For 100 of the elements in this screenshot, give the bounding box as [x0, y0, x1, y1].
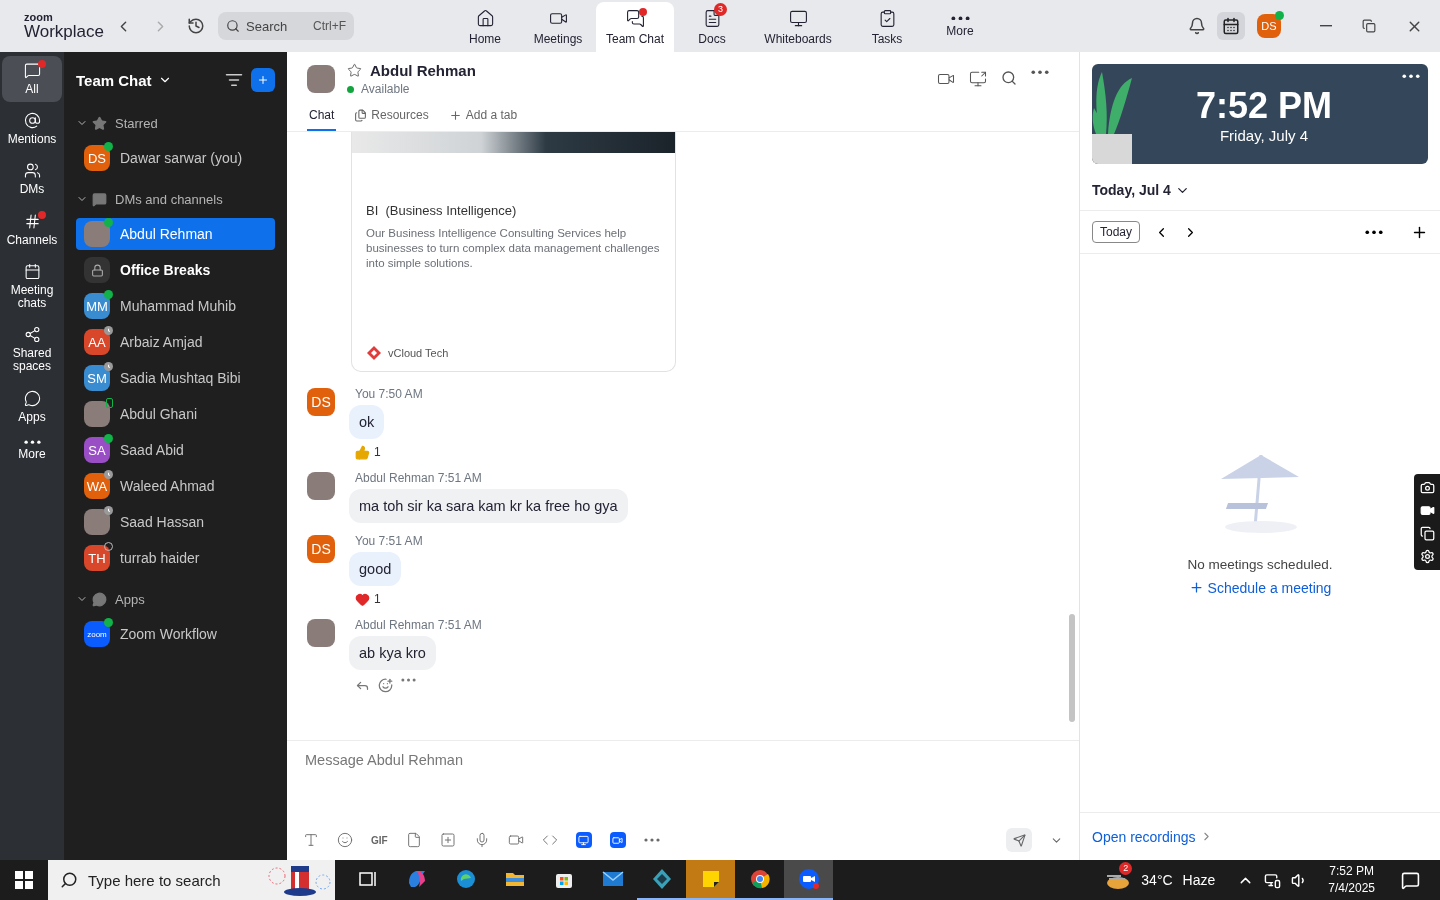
nav-tab[interactable]: Docs 3 [674, 2, 751, 52]
rail-tab[interactable]: Apps [2, 383, 62, 430]
calendar-button[interactable] [1217, 12, 1245, 40]
date-picker-button[interactable]: Today, Jul 4 [1080, 164, 1440, 211]
chat-tab[interactable]: Chat [307, 104, 337, 131]
rail-tab[interactable]: Shared spaces [2, 320, 62, 380]
avatar: SA [84, 437, 110, 463]
chat-list-item[interactable]: Abdul Rehman [76, 218, 275, 250]
rail-tab[interactable]: Mentions [2, 106, 62, 153]
message-meta: You 7:51 AM [355, 533, 423, 548]
copy-icon[interactable] [1419, 526, 1435, 541]
message-bubble: ma toh sir ka sara kam kr ka free ho gya [349, 488, 628, 523]
link-description: Our Business Intelligence Consulting Services help businesses to turn complex data management challenges into simple solutions. [366, 226, 661, 271]
ellipsis-icon [950, 15, 970, 21]
nav-tab[interactable]: Tasks [846, 2, 929, 52]
weather-condition: Haze [1182, 872, 1216, 888]
chat-bubble-icon [92, 191, 107, 207]
avatar[interactable]: DS [1257, 14, 1281, 38]
chat-list-item[interactable]: DS Dawar sarwar (you) [76, 142, 275, 174]
rail-tab[interactable]: Channels [2, 206, 62, 253]
calendar-icon [1222, 17, 1240, 35]
screenshot-icon[interactable] [439, 832, 456, 848]
section-header[interactable]: DMs and channels [76, 182, 275, 216]
star-icon[interactable] [347, 63, 362, 78]
file-icon[interactable] [405, 832, 422, 848]
ellipsis-icon[interactable] [1031, 70, 1049, 75]
chat-list-item[interactable]: MM Muhammad Muhib [76, 290, 275, 322]
thumbs-up-icon [355, 444, 370, 460]
camera-icon[interactable] [1419, 480, 1435, 495]
nav-tab[interactable]: Whiteboards [750, 2, 847, 52]
video-camera-icon[interactable] [1419, 503, 1435, 518]
send-button[interactable] [1006, 828, 1032, 852]
avatar [84, 509, 110, 535]
taskbar-app-button[interactable] [784, 860, 833, 900]
nav-tab[interactable]: Team Chat [596, 2, 675, 52]
history-clock-icon [187, 17, 205, 35]
reaction-chip[interactable]: 1 [355, 444, 381, 460]
chat-list-item[interactable]: Saad Hassan [76, 506, 275, 538]
link-preview-card[interactable]: BI (Business Intelligence) Our Business Intelligence Consulting Services help businesses to turn complex data management challenges into simple solutions. vCloud Tech [351, 132, 676, 372]
nodes-icon [23, 326, 41, 344]
add-reaction-icon[interactable] [378, 677, 393, 693]
message-bubble: ok [349, 404, 385, 439]
rail-tab[interactable]: Meeting chats [2, 256, 62, 317]
avatar: AA [84, 329, 110, 355]
people-icon [23, 162, 41, 180]
at-sign-icon [23, 112, 41, 130]
taskbar-search-field[interactable]: Type here to search [48, 860, 335, 900]
chat-list-item[interactable]: Abdul Ghani [76, 398, 275, 430]
chat-tab[interactable]: Resources [352, 104, 431, 131]
chat-bubble-icon [23, 62, 41, 79]
avatar [84, 221, 110, 247]
chat-list-item[interactable]: WA Waleed Ahmad [76, 470, 275, 502]
message-meta: Abdul Rehman 7:51 AM [355, 617, 482, 632]
rail-tab[interactable]: All [2, 56, 62, 103]
count-badge: 2 [1119, 861, 1133, 875]
chat-list-item[interactable]: SA Saad Abid [76, 434, 275, 466]
count-badge: 3 [714, 3, 728, 16]
app-square-icon[interactable] [575, 832, 592, 848]
chat-list-item[interactable]: Office Breaks [76, 254, 275, 286]
reaction-chip[interactable]: 1 [355, 591, 381, 607]
plus-icon [1188, 580, 1204, 595]
settings-icon[interactable] [1419, 549, 1435, 564]
avatar: DS [84, 145, 110, 171]
nav-tab[interactable]: More [928, 2, 993, 52]
notification-icon[interactable] [1401, 870, 1420, 890]
open-recordings-link[interactable]: Open recordings [1092, 828, 1213, 845]
share-screen-icon[interactable] [969, 70, 987, 88]
rail-tab[interactable]: DMs [2, 156, 62, 203]
nav-tab[interactable]: Meetings [520, 2, 596, 52]
chat-bubble-icon [23, 389, 41, 407]
emoji-icon[interactable] [337, 832, 353, 848]
today-button[interactable]: Today [1092, 221, 1141, 243]
star-icon [92, 115, 107, 131]
search-icon[interactable] [1001, 70, 1017, 86]
new-chat-button[interactable] [251, 68, 275, 92]
clock-time: 7:52 PM [1195, 84, 1333, 127]
message-bubble: ab kya kro [349, 635, 436, 670]
filter-icon[interactable] [225, 71, 243, 89]
rail-tab[interactable]: More [2, 433, 62, 468]
ellipsis-icon[interactable] [1402, 74, 1420, 79]
chat-list-item[interactable]: zoom Zoom Workflow [76, 618, 275, 650]
section-header[interactable]: Apps [76, 582, 275, 616]
chat-list-item[interactable]: SM Sadia Mushtaq Bibi [76, 362, 275, 394]
section-title-button[interactable]: Team Chat [76, 71, 172, 89]
chat-list-item[interactable]: AA Arbaiz Amjad [76, 326, 275, 358]
add-tab-button[interactable]: Add a tab [446, 104, 520, 131]
gif-button[interactable]: GIF [371, 834, 388, 846]
ellipsis-icon[interactable] [1365, 229, 1383, 235]
taskbar-clock[interactable]: 7:52 PM 7/4/2025 [1328, 863, 1375, 897]
text-format-icon[interactable] [303, 832, 319, 848]
message-meta: You 7:50 AM [355, 386, 423, 401]
chat-list-item[interactable]: TH turrab haider [76, 542, 275, 574]
network-icon[interactable] [1264, 871, 1282, 889]
app-square-icon[interactable] [609, 832, 626, 848]
search-field[interactable]: Search Ctrl+F [218, 12, 354, 40]
nav-tab[interactable]: Home [450, 2, 520, 52]
schedule-meeting-link[interactable]: Schedule a meeting [1188, 579, 1332, 596]
section-header[interactable]: Starred [76, 106, 275, 140]
send-icon [1012, 833, 1026, 847]
home-icon [475, 8, 495, 28]
